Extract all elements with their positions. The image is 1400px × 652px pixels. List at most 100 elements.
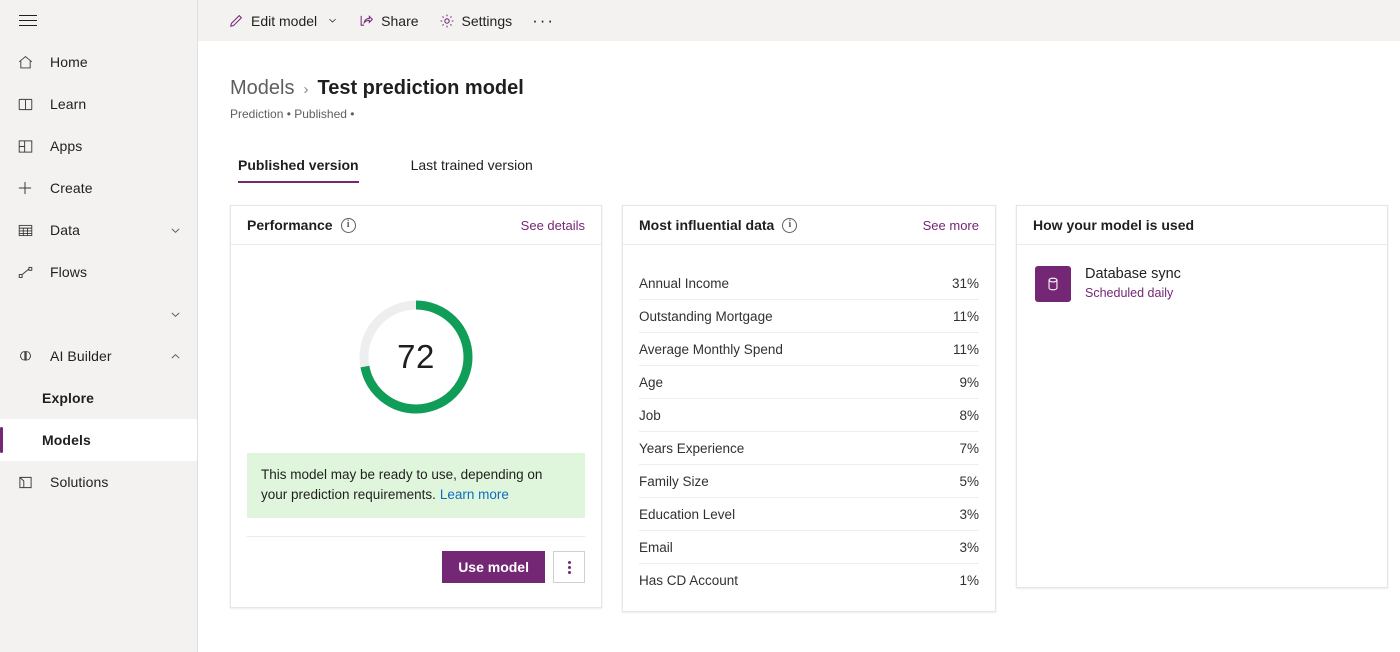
pencil-icon xyxy=(228,13,244,29)
performance-title-group: Performance i xyxy=(247,217,356,233)
table-row: Email 3% xyxy=(639,531,979,564)
breadcrumb-separator-icon: › xyxy=(303,81,308,98)
sidebar-item-data[interactable]: Data xyxy=(0,209,197,251)
card-title: How your model is used xyxy=(1033,217,1194,233)
share-icon xyxy=(358,13,374,29)
sidebar-item-home[interactable]: Home xyxy=(0,41,197,83)
chevron-down-icon[interactable] xyxy=(326,15,338,27)
list-item[interactable]: Database sync Scheduled daily xyxy=(1033,261,1371,302)
page-content: Models › Test prediction model Predictio… xyxy=(198,77,1400,612)
ai-brain-icon xyxy=(14,345,36,367)
settings-button[interactable]: Settings xyxy=(429,4,523,38)
see-more-link[interactable]: See more xyxy=(923,218,979,233)
feature-name: Annual Income xyxy=(639,276,729,291)
sidebar-item-learn[interactable]: Learn xyxy=(0,83,197,125)
table-row: Average Monthly Spend 11% xyxy=(639,333,979,366)
flows-icon xyxy=(14,261,36,283)
breadcrumb-parent-link[interactable]: Models xyxy=(230,77,294,100)
more-vertical-icon xyxy=(568,561,571,574)
sidebar-item-create[interactable]: Create xyxy=(0,167,197,209)
usage-subtitle: Scheduled daily xyxy=(1085,285,1181,302)
main-area: Edit model Share xyxy=(198,0,1400,652)
feature-name: Average Monthly Spend xyxy=(639,342,783,357)
use-model-button[interactable]: Use model xyxy=(442,551,545,583)
solutions-icon xyxy=(14,471,36,493)
overflow-menu-button[interactable]: ··· xyxy=(522,4,565,38)
gear-icon xyxy=(439,13,455,29)
usage-text: Database sync Scheduled daily xyxy=(1085,265,1181,302)
table-row: Years Experience 7% xyxy=(639,432,979,465)
card-title: Performance xyxy=(247,217,333,233)
hamburger-menu-button[interactable] xyxy=(4,0,52,40)
ellipsis-icon: ··· xyxy=(532,11,555,31)
page-subtitle: Prediction • Published • xyxy=(230,107,1400,121)
sidebar-nav: Home Learn Apps xyxy=(0,41,197,503)
sidebar-item-label: Explore xyxy=(42,390,94,406)
hamburger-icon xyxy=(19,11,37,30)
sidebar-item-apps[interactable]: Apps xyxy=(0,125,197,167)
chevron-up-icon[interactable] xyxy=(167,348,183,364)
feature-percent: 3% xyxy=(959,507,979,522)
home-icon xyxy=(14,51,36,73)
usage-title: Database sync xyxy=(1085,265,1181,284)
performance-card: Performance i See details xyxy=(230,205,602,608)
usage-title-group: How your model is used xyxy=(1033,217,1194,233)
sidebar-group-collapse xyxy=(0,293,197,335)
feature-name: Family Size xyxy=(639,474,709,489)
feature-percent: 1% xyxy=(959,573,979,588)
feature-percent: 7% xyxy=(959,441,979,456)
feature-percent: 11% xyxy=(953,342,979,357)
performance-notice: This model may be ready to use, dependin… xyxy=(247,453,585,518)
feature-name: Years Experience xyxy=(639,441,744,456)
influential-data-card: Most influential data i See more Annual … xyxy=(622,205,996,612)
learn-more-link[interactable]: Learn more xyxy=(440,487,509,502)
feature-percent: 5% xyxy=(959,474,979,489)
plus-icon xyxy=(14,177,36,199)
feature-name: Outstanding Mortgage xyxy=(639,309,773,324)
performance-score: 72 xyxy=(356,297,476,417)
influential-title-group: Most influential data i xyxy=(639,217,797,233)
sidebar-item-solutions[interactable]: Solutions xyxy=(0,461,197,503)
sidebar-item-label: Create xyxy=(50,180,93,196)
sidebar-item-label: Home xyxy=(50,54,88,70)
sidebar-item-label: Data xyxy=(50,222,80,238)
influential-list: Annual Income 31% Outstanding Mortgage 1… xyxy=(623,245,995,611)
info-icon[interactable]: i xyxy=(782,218,797,233)
table-row: Job 8% xyxy=(639,399,979,432)
table-row: Age 9% xyxy=(639,366,979,399)
share-label: Share xyxy=(381,13,418,29)
table-row: Has CD Account 1% xyxy=(639,564,979,597)
table-row: Education Level 3% xyxy=(639,498,979,531)
tab-last-trained-version[interactable]: Last trained version xyxy=(401,153,543,183)
sidebar-item-explore[interactable]: Explore xyxy=(0,377,197,419)
sidebar-item-models[interactable]: Models xyxy=(0,419,197,461)
tab-label: Last trained version xyxy=(411,157,533,173)
chevron-down-icon[interactable] xyxy=(167,222,183,238)
chevron-down-icon[interactable] xyxy=(167,306,183,322)
sidebar-item-ai-builder[interactable]: AI Builder xyxy=(0,335,197,377)
performance-card-header: Performance i See details xyxy=(231,206,601,245)
table-icon xyxy=(14,219,36,241)
page-title: Test prediction model xyxy=(317,77,523,100)
breadcrumb: Models › Test prediction model xyxy=(230,77,1400,100)
feature-percent: 8% xyxy=(959,408,979,423)
book-icon xyxy=(14,93,36,115)
tab-published-version[interactable]: Published version xyxy=(228,153,369,183)
performance-footer: Use model xyxy=(247,536,585,597)
app-root: Home Learn Apps xyxy=(0,0,1400,652)
sidebar: Home Learn Apps xyxy=(0,0,198,652)
feature-name: Job xyxy=(639,408,661,423)
apps-icon xyxy=(14,135,36,157)
sidebar-item-label: Flows xyxy=(50,264,87,280)
edit-model-button[interactable]: Edit model xyxy=(218,4,348,38)
see-details-link[interactable]: See details xyxy=(521,218,585,233)
feature-name: Education Level xyxy=(639,507,735,522)
performance-more-button[interactable] xyxy=(553,551,585,583)
feature-name: Email xyxy=(639,540,673,555)
feature-percent: 31% xyxy=(952,276,979,291)
info-icon[interactable]: i xyxy=(341,218,356,233)
usage-body: Database sync Scheduled daily xyxy=(1017,245,1387,587)
sidebar-item-flows[interactable]: Flows xyxy=(0,251,197,293)
share-button[interactable]: Share xyxy=(348,4,428,38)
database-icon xyxy=(1035,266,1071,302)
